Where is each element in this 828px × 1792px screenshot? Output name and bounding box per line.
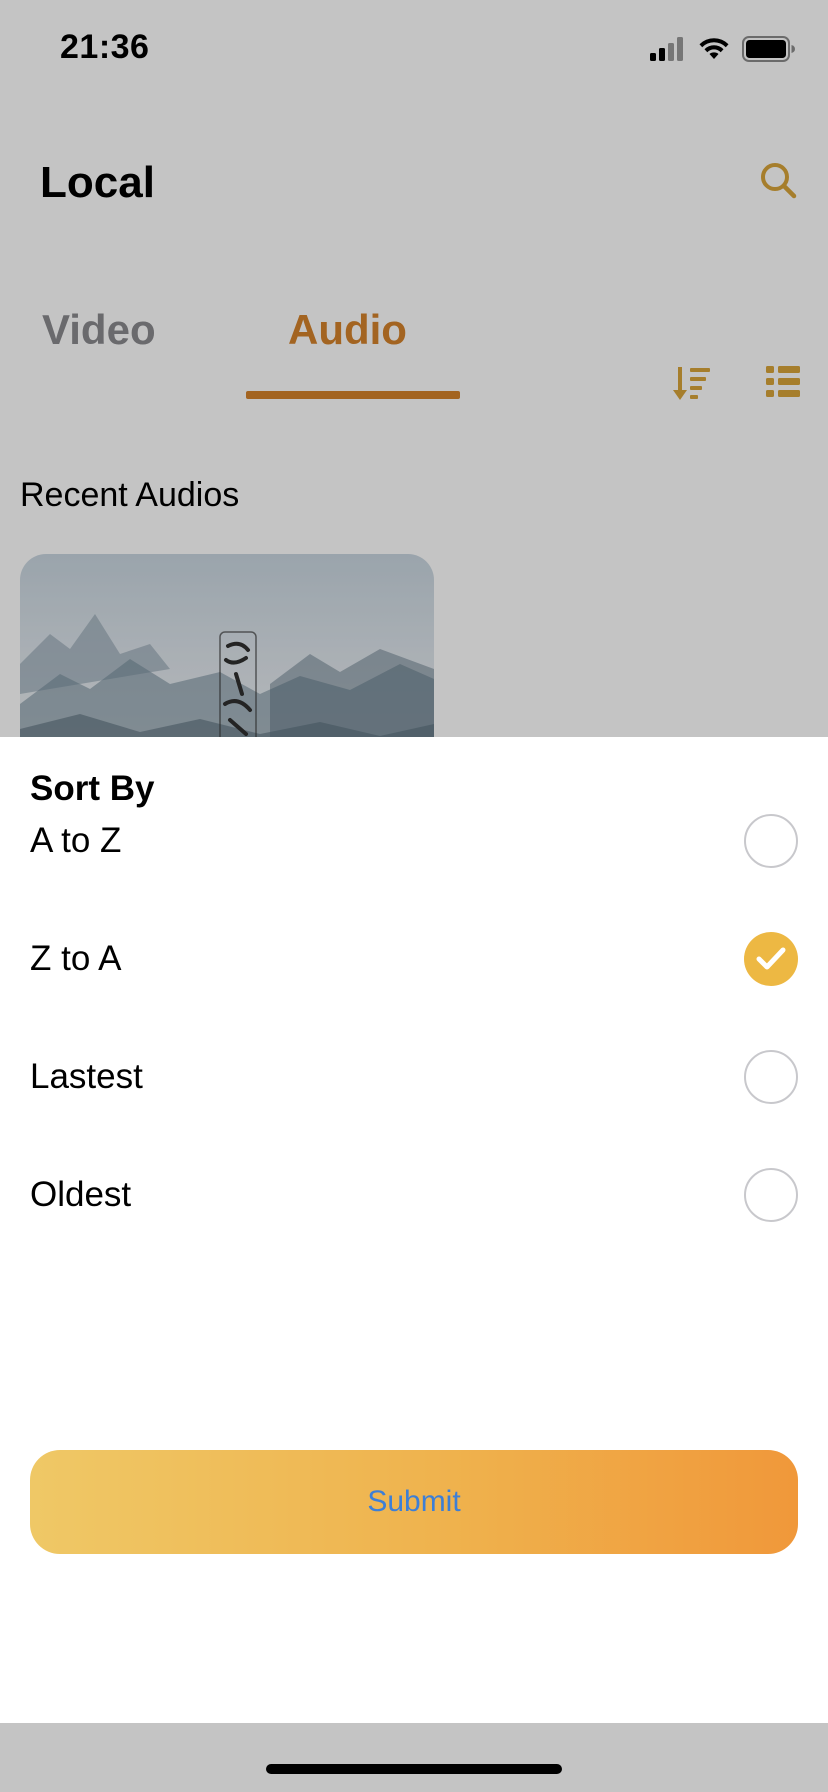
radio-unchecked[interactable] [744, 814, 798, 868]
sort-bottom-sheet: Sort By A to Z Z to A Lastest Oldest Sub… [0, 737, 828, 1723]
local-screen: 21:36 Local Video Audio Recent Audios So… [0, 0, 828, 1792]
sort-option-z-to-a[interactable]: Z to A [0, 915, 828, 1005]
submit-label: Submit [367, 1485, 461, 1518]
option-label: Z to A [30, 939, 122, 978]
option-label: A to Z [30, 821, 122, 860]
radio-unchecked[interactable] [744, 1168, 798, 1222]
sort-option-a-to-z[interactable]: A to Z [0, 797, 828, 887]
radio-checked[interactable] [744, 932, 798, 986]
home-indicator[interactable] [266, 1764, 562, 1774]
submit-button[interactable]: Submit [30, 1450, 798, 1554]
sort-option-oldest[interactable]: Oldest [0, 1151, 828, 1241]
sort-option-lastest[interactable]: Lastest [0, 1033, 828, 1123]
option-label: Lastest [30, 1057, 143, 1096]
checkmark-icon [756, 947, 786, 970]
radio-unchecked[interactable] [744, 1050, 798, 1104]
option-label: Oldest [30, 1175, 132, 1214]
